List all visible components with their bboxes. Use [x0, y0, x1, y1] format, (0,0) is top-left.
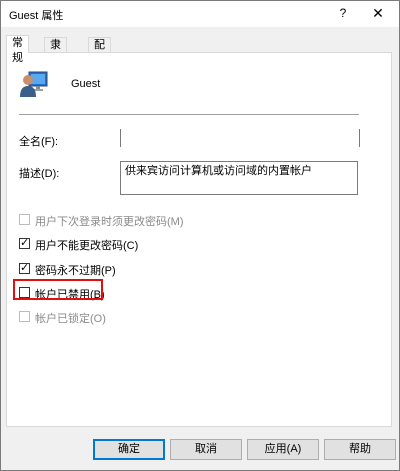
help-title-button[interactable]: ? [331, 2, 355, 24]
tab-profile[interactable]: 配置文件 [88, 37, 111, 96]
user-account-icon [20, 71, 48, 97]
checkbox-box[interactable]: ✓ [19, 262, 30, 274]
checkbox-label: 密码永不过期(P) [35, 265, 116, 277]
checkbox-label: 帐户已锁定(O) [35, 313, 106, 325]
checkbox-box[interactable]: ✓ [19, 237, 30, 249]
fullname-label: 全名(F): [19, 136, 59, 148]
close-button[interactable]: ✕ [363, 2, 393, 24]
help-button[interactable]: 帮助 [324, 439, 396, 460]
tab-general[interactable]: 常规 [6, 35, 29, 64]
fullname-input[interactable] [120, 129, 360, 147]
user-name: Guest [71, 78, 101, 90]
checkmark-icon: ✓ [20, 237, 30, 249]
divider [19, 114, 359, 115]
ok-button[interactable]: 确定 [93, 439, 165, 460]
title-bar: Guest 属性 ? ✕ [1, 1, 399, 27]
apply-button[interactable]: 应用(A) [247, 439, 319, 460]
checkbox-box [19, 214, 30, 225]
description-label: 描述(D): [19, 168, 60, 180]
tab-member-of[interactable]: 隶属于 [44, 37, 67, 81]
checkbox-label: 用户不能更改密码(C) [35, 240, 139, 252]
description-input[interactable]: 供来宾访问计算机或访问域的内置帐户 [120, 161, 358, 195]
checkbox-box [19, 311, 30, 322]
window-title: Guest 属性 [9, 10, 64, 22]
checkbox-label: 用户下次登录时须更改密码(M) [35, 216, 184, 228]
checkmark-icon: ✓ [20, 262, 30, 274]
highlight-box [13, 279, 103, 300]
cancel-button[interactable]: 取消 [170, 439, 242, 460]
general-panel: Guest 全名(F): 描述(D): 供来宾访问计算机或访问域的内置帐户 用户… [6, 52, 392, 427]
properties-dialog: Guest 属性 ? ✕ 常规 隶属于 配置文件 Guest 全名(F): 描述… [0, 0, 400, 471]
